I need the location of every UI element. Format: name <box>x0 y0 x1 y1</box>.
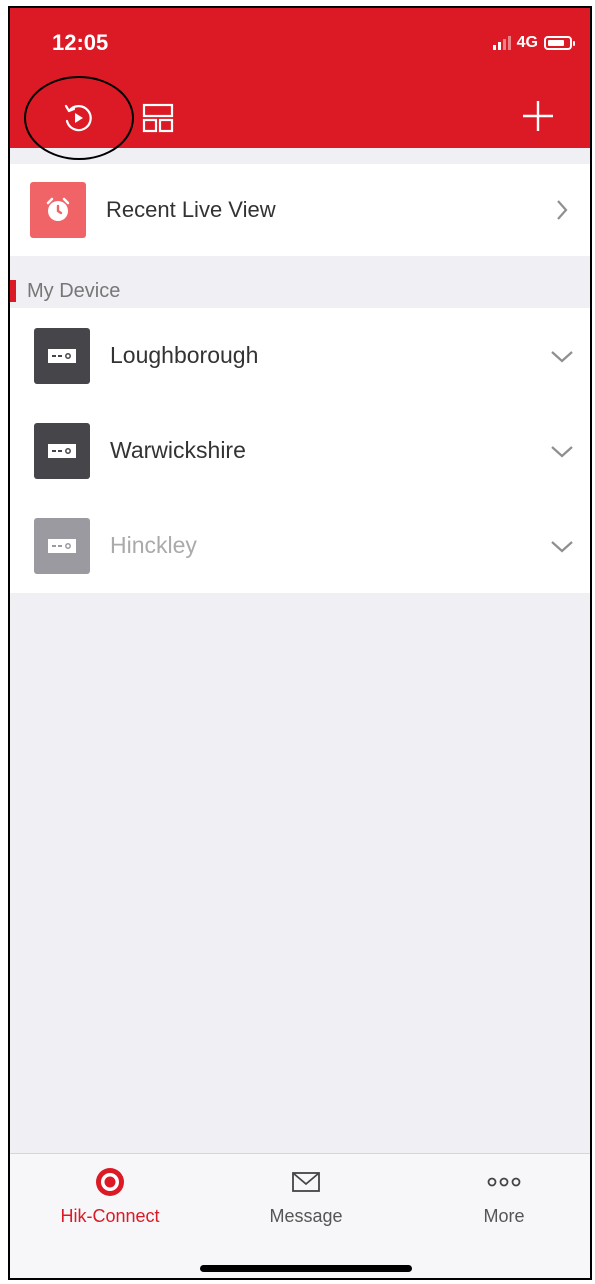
section-marker <box>10 280 16 302</box>
device-row[interactable]: Hinckley <box>10 498 590 593</box>
home-indicator <box>200 1265 412 1272</box>
tab-label: More <box>483 1206 525 1226</box>
recent-live-view-label: Recent Live View <box>106 197 276 222</box>
network-type: 4G <box>516 34 538 51</box>
recent-live-view-row[interactable]: Recent Live View <box>10 164 590 256</box>
app-header: 12:05 4G <box>10 8 590 148</box>
section-title: My Device <box>27 279 121 302</box>
device-name: Warwickshire <box>110 437 246 463</box>
layout-button[interactable] <box>136 96 180 140</box>
device-row[interactable]: Loughborough <box>10 308 590 403</box>
tab-label: Message <box>269 1206 343 1226</box>
signal-icon <box>492 36 511 50</box>
tab-message[interactable]: Message <box>236 1166 376 1227</box>
recent-thumbnail <box>30 182 86 238</box>
chevron-down-icon[interactable] <box>546 443 578 459</box>
device-list: Loughborough Warwickshire Hinckley <box>10 308 590 593</box>
more-dots-icon <box>487 1177 521 1187</box>
chevron-right-icon <box>546 198 578 222</box>
nvr-icon <box>48 538 76 553</box>
add-device-button[interactable] <box>516 94 560 138</box>
status-indicators: 4G <box>492 34 575 52</box>
alarm-clock-icon <box>46 197 70 221</box>
battery-icon <box>544 36 575 50</box>
device-thumbnail <box>34 327 90 384</box>
tab-label: Hik-Connect <box>60 1206 160 1226</box>
target-icon <box>96 1168 124 1196</box>
layout-icon <box>142 103 174 133</box>
phone-screen: 12:05 4G Recent Live View My Device Loug… <box>8 6 592 1280</box>
add-icon <box>523 101 553 131</box>
device-thumbnail <box>34 422 90 479</box>
chevron-down-icon[interactable] <box>546 348 578 364</box>
device-row[interactable]: Warwickshire <box>10 403 590 498</box>
playback-button[interactable] <box>56 96 100 140</box>
section-header: My Device <box>10 274 590 308</box>
nvr-icon <box>48 443 76 458</box>
status-time: 12:05 <box>52 30 109 55</box>
device-name: Loughborough <box>110 342 259 368</box>
tab-bar: Hik-Connect Message More <box>10 1153 590 1278</box>
tab-more[interactable]: More <box>434 1166 574 1227</box>
nvr-icon <box>48 348 76 363</box>
playback-icon <box>64 104 92 132</box>
device-thumbnail <box>34 517 90 574</box>
envelope-icon <box>292 1172 320 1192</box>
tab-hik-connect[interactable]: Hik-Connect <box>40 1166 180 1227</box>
device-name: Hinckley <box>110 532 197 558</box>
chevron-down-icon[interactable] <box>546 538 578 554</box>
